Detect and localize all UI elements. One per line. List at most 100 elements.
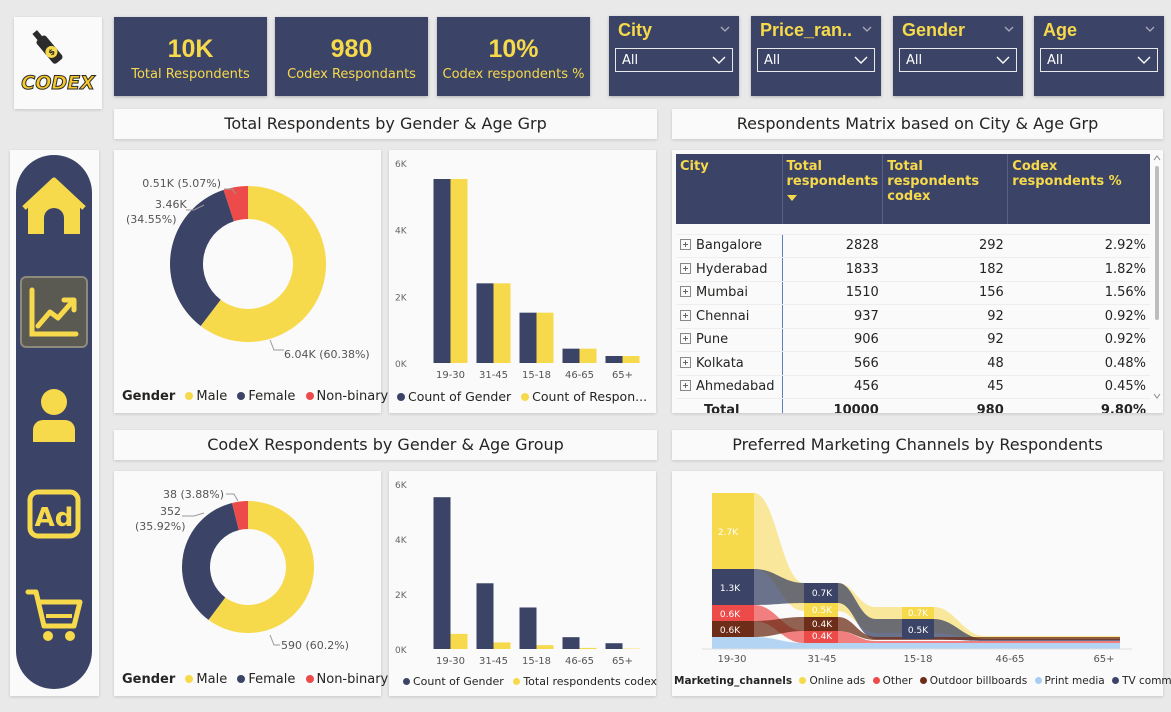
expand-plus-icon[interactable] — [680, 309, 691, 321]
expand-plus-icon[interactable] — [680, 262, 691, 274]
expand-plus-icon[interactable] — [680, 239, 691, 251]
matrix-row[interactable]: Mumbai 1510 156 1.56% — [676, 281, 1150, 305]
matrix-cell-city[interactable]: Kolkata — [676, 351, 783, 376]
legend-item[interactable]: Total respondents codex — [523, 675, 657, 688]
chevron-down-icon[interactable] — [1004, 24, 1014, 34]
legend-item[interactable]: Online ads — [809, 675, 865, 687]
bar-count-gender[interactable] — [476, 283, 494, 363]
matrix-row[interactable]: Chennai 937 92 0.92% — [676, 304, 1150, 329]
person-icon — [33, 389, 75, 442]
matrix-header-codex[interactable]: Total respondents codex — [882, 154, 1009, 224]
slicer-city[interactable]: City All — [609, 16, 739, 96]
y-tick-label: 4K — [395, 227, 408, 237]
matrix-row[interactable]: Pune 906 92 0.92% — [676, 328, 1150, 352]
donut-chart-total[interactable]: 0.51K (5.07%) 3.46K (34.55%) 6.04K (60.3… — [114, 150, 381, 390]
legend-item[interactable]: Print media — [1045, 675, 1105, 687]
bar-count-gender[interactable] — [605, 356, 623, 363]
legend-item[interactable]: Count of Gender — [413, 675, 504, 688]
chevron-down-icon[interactable] — [862, 24, 872, 34]
legend-item[interactable]: Female — [248, 672, 295, 687]
bar-second-series[interactable] — [450, 633, 468, 649]
bar-second-series[interactable] — [450, 179, 468, 363]
expand-plus-icon[interactable] — [680, 333, 691, 345]
bar-count-gender[interactable] — [519, 607, 537, 649]
ribbon-label: 0.4K — [812, 620, 833, 630]
slicer-price-range[interactable]: Price_ran... All — [751, 16, 881, 96]
slicer-age[interactable]: Age All — [1034, 16, 1164, 96]
bar-second-series[interactable] — [536, 312, 554, 363]
matrix-cell-city[interactable]: Pune — [676, 328, 783, 352]
matrix-header-percent[interactable]: Codex respondents % — [1007, 154, 1150, 224]
bar-chart-total[interactable]: 6K 4K 2K 0K 19-30 31-45 15-18 46-65 65+ — [389, 150, 656, 385]
matrix-row[interactable]: Hyderabad 1833 182 1.82% — [676, 257, 1150, 282]
bar-count-gender[interactable] — [476, 583, 494, 649]
kpi-label: Codex respondents % — [442, 67, 585, 82]
bar-count-gender[interactable] — [433, 497, 451, 649]
legend-item[interactable]: Male — [196, 672, 227, 687]
slicer-dropdown[interactable]: All — [1040, 48, 1158, 72]
matrix-cell-value: 456 — [782, 375, 883, 399]
chevron-down-icon[interactable] — [1145, 24, 1155, 34]
donut-chart-codex[interactable]: 38 (3.88%) 352 (35.92%) 590 (60.2%) — [114, 471, 381, 671]
matrix-cell-value: 2828 — [782, 234, 883, 258]
legend-item[interactable]: Non-binary — [317, 389, 389, 404]
data-label-male: 6.04K (60.38%) — [284, 348, 370, 361]
matrix-row[interactable]: Kolkata 566 48 0.48% — [676, 351, 1150, 376]
bar-second-series[interactable] — [579, 348, 597, 363]
matrix-cell-city[interactable]: Hyderabad — [676, 257, 783, 282]
bar-count-gender[interactable] — [605, 643, 623, 649]
slicer-gender[interactable]: Gender All — [893, 16, 1023, 96]
x-tick-label: 46-65 — [565, 656, 594, 667]
bar-count-gender[interactable] — [562, 348, 580, 363]
legend-gender: Gender Male Female Non-binary — [122, 389, 388, 404]
matrix-cell-city[interactable]: Ahmedabad — [676, 375, 783, 399]
chevron-down-icon — [1137, 56, 1151, 64]
legend-item[interactable]: Count of Gender — [408, 389, 511, 404]
slicer-dropdown[interactable]: All — [615, 48, 733, 72]
bar-count-gender[interactable] — [562, 637, 580, 649]
legend-item[interactable]: Outdoor billboards — [930, 675, 1027, 687]
expand-plus-icon[interactable] — [680, 380, 691, 392]
legend-item[interactable]: Other — [883, 675, 913, 687]
matrix-cell-city[interactable]: Chennai — [676, 304, 783, 329]
matrix-cell-city[interactable]: Mumbai — [676, 281, 783, 305]
bar-chart-codex[interactable]: 6K 4K 2K 0K 19-30 31-45 15-18 46-65 65+ — [389, 471, 656, 671]
expand-plus-icon[interactable] — [680, 286, 691, 298]
matrix-scrollbar[interactable] — [1153, 154, 1161, 400]
nav-cart[interactable] — [20, 580, 88, 652]
x-tick-label: 65+ — [612, 656, 633, 667]
nav-profile[interactable] — [20, 380, 88, 452]
matrix-cell-city[interactable]: Bangalore — [676, 234, 783, 258]
ribbon-chart-marketing[interactable]: 2.7K 1.3K 0.6K 0.6K 0.7K 0.5K 0.4K 0.4K … — [672, 471, 1163, 671]
bar-second-series[interactable] — [622, 356, 640, 363]
legend-item[interactable]: Non-binary — [317, 672, 389, 687]
bar-count-gender[interactable] — [433, 179, 451, 363]
legend-dot — [305, 675, 314, 683]
y-tick-label: 2K — [395, 591, 408, 601]
bar-second-series[interactable] — [536, 645, 554, 649]
bar-second-series[interactable] — [493, 283, 511, 363]
legend-item[interactable]: Female — [248, 389, 295, 404]
nav-trends[interactable] — [20, 276, 88, 348]
svg-text:Ad: Ad — [35, 503, 74, 533]
legend-item[interactable]: Male — [196, 389, 227, 404]
matrix-cell-value: 2.92% — [1007, 234, 1150, 258]
legend-item[interactable]: Count of Respon... — [532, 389, 647, 404]
matrix-header-city[interactable]: City — [676, 154, 783, 224]
bar-second-series[interactable] — [493, 642, 511, 649]
matrix-header-total[interactable]: Total respondents — [782, 154, 884, 224]
ribbon-label: 0.5K — [908, 626, 929, 636]
matrix-row[interactable]: Ahmedabad 456 45 0.45% — [676, 375, 1150, 399]
matrix-row[interactable]: Bangalore 2828 292 2.92% — [676, 234, 1150, 258]
data-label-male: 590 (60.2%) — [281, 639, 349, 652]
slicer-dropdown[interactable]: All — [757, 48, 875, 72]
legend-item[interactable]: TV commerc... — [1122, 675, 1171, 687]
nav-ads[interactable]: Ad — [20, 480, 88, 552]
slicer-dropdown[interactable]: All — [899, 48, 1017, 72]
bar-second-series[interactable] — [579, 647, 597, 649]
chevron-down-icon[interactable] — [720, 24, 730, 34]
bar-count-gender[interactable] — [519, 312, 537, 363]
expand-plus-icon[interactable] — [680, 356, 691, 368]
nav-home[interactable] — [20, 172, 88, 244]
chevron-down-icon — [996, 56, 1010, 64]
